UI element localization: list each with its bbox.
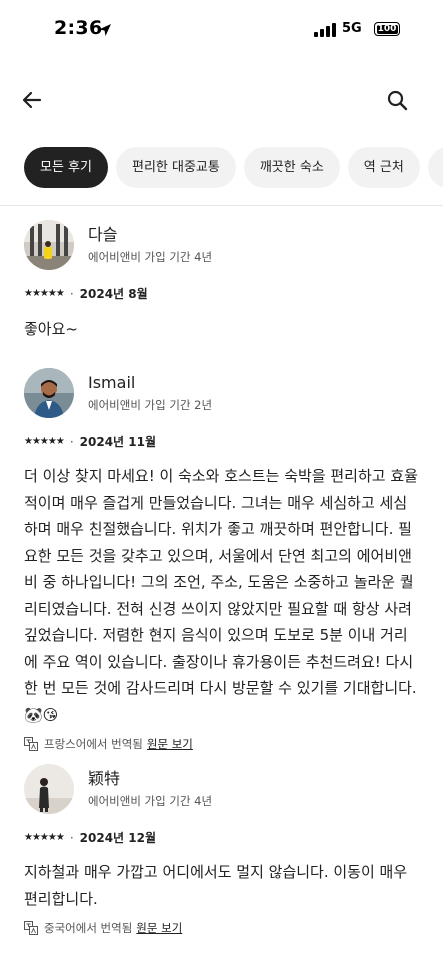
review-date: 2024년 11월 bbox=[79, 435, 157, 449]
network-label: 5G bbox=[342, 21, 362, 36]
review-text: 지하철과 매우 가깝고 어디에서도 멀지 않습니다. 이동이 매우 편리합니다. bbox=[24, 863, 408, 908]
translation-note: 중국어에서 번역됨 원문 보기 bbox=[24, 920, 424, 936]
reviewer-name: 다슬 bbox=[88, 225, 118, 244]
rating-separator: · bbox=[69, 434, 74, 449]
view-original-link[interactable]: 원문 보기 bbox=[136, 920, 182, 936]
search-icon[interactable] bbox=[385, 88, 409, 112]
reviewer-tenure: 에어비앤비 가입 기간 2년 bbox=[88, 398, 213, 412]
back-arrow-icon[interactable] bbox=[20, 88, 44, 112]
reviewer-name: 颖特 bbox=[88, 769, 121, 788]
translate-icon bbox=[24, 737, 38, 751]
chip-near-station[interactable]: 역 근처 bbox=[347, 147, 420, 188]
review-item: 颖特 에어비앤비 가입 기간 4년 ★★★★★ · 2024년 12월 지하철과… bbox=[24, 763, 424, 936]
header-nav bbox=[0, 80, 443, 120]
rating-row: ★★★★★ · 2024년 11월 bbox=[24, 433, 424, 450]
review-date: 2024년 8월 bbox=[79, 287, 148, 301]
rating-row: ★★★★★ · 2024년 8월 bbox=[24, 285, 424, 302]
star-rating-icon: ★★★★★ bbox=[24, 832, 65, 843]
rating-separator: · bbox=[69, 830, 74, 845]
status-time: 2:36 bbox=[54, 17, 103, 39]
status-bar: 2:36 5G 100 bbox=[0, 0, 443, 60]
rating-separator: · bbox=[69, 286, 74, 301]
reviewer-name: Ismail bbox=[88, 373, 136, 392]
translation-source: 프랑스어에서 번역됨 bbox=[44, 737, 143, 751]
chip-all-reviews[interactable]: 모든 후기 bbox=[24, 147, 108, 188]
star-rating-icon: ★★★★★ bbox=[24, 288, 65, 299]
review-item: Ismail 에어비앤비 가입 기간 2년 ★★★★★ · 2024년 11월 … bbox=[24, 367, 424, 752]
reviewer-tenure: 에어비앤비 가입 기간 4년 bbox=[88, 250, 213, 264]
view-original-link[interactable]: 원문 보기 bbox=[147, 736, 193, 752]
rating-row: ★★★★★ · 2024년 12월 bbox=[24, 829, 424, 846]
location-arrow-icon bbox=[99, 24, 111, 36]
divider bbox=[0, 205, 443, 206]
reviewer: 颖特 에어비앤비 가입 기간 4년 bbox=[24, 763, 424, 815]
filter-chips: 모든 후기 편리한 대중교통 깨끗한 숙소 역 근처 신속 bbox=[24, 147, 443, 189]
chip-convenient-transit[interactable]: 편리한 대중교통 bbox=[115, 147, 236, 188]
translate-icon bbox=[24, 921, 38, 935]
avatar[interactable] bbox=[24, 220, 74, 270]
chip-prompt[interactable]: 신속 bbox=[427, 147, 443, 188]
signal-icon bbox=[314, 23, 336, 37]
review-date: 2024년 12월 bbox=[79, 831, 157, 845]
reviewer: Ismail 에어비앤비 가입 기간 2년 bbox=[24, 367, 424, 419]
reviewer-tenure: 에어비앤비 가입 기간 4년 bbox=[88, 794, 213, 808]
translation-note: 프랑스어에서 번역됨 원문 보기 bbox=[24, 736, 424, 752]
avatar[interactable] bbox=[24, 764, 74, 814]
star-rating-icon: ★★★★★ bbox=[24, 436, 65, 447]
avatar[interactable] bbox=[24, 368, 74, 418]
review-text: 좋아요~ bbox=[24, 320, 78, 338]
chip-clean-stay[interactable]: 깨끗한 숙소 bbox=[243, 147, 340, 188]
review-item: 다슬 에어비앤비 가입 기간 4년 ★★★★★ · 2024년 8월 좋아요~ bbox=[24, 219, 424, 343]
reviewer: 다슬 에어비앤비 가입 기간 4년 bbox=[24, 219, 424, 271]
translation-source: 중국어에서 번역됨 bbox=[44, 921, 133, 935]
battery-percent: 100 bbox=[377, 24, 397, 34]
review-text: 더 이상 찾지 마세요! 이 숙소와 호스트는 숙박을 편리하고 효율적이며 매… bbox=[24, 467, 418, 724]
